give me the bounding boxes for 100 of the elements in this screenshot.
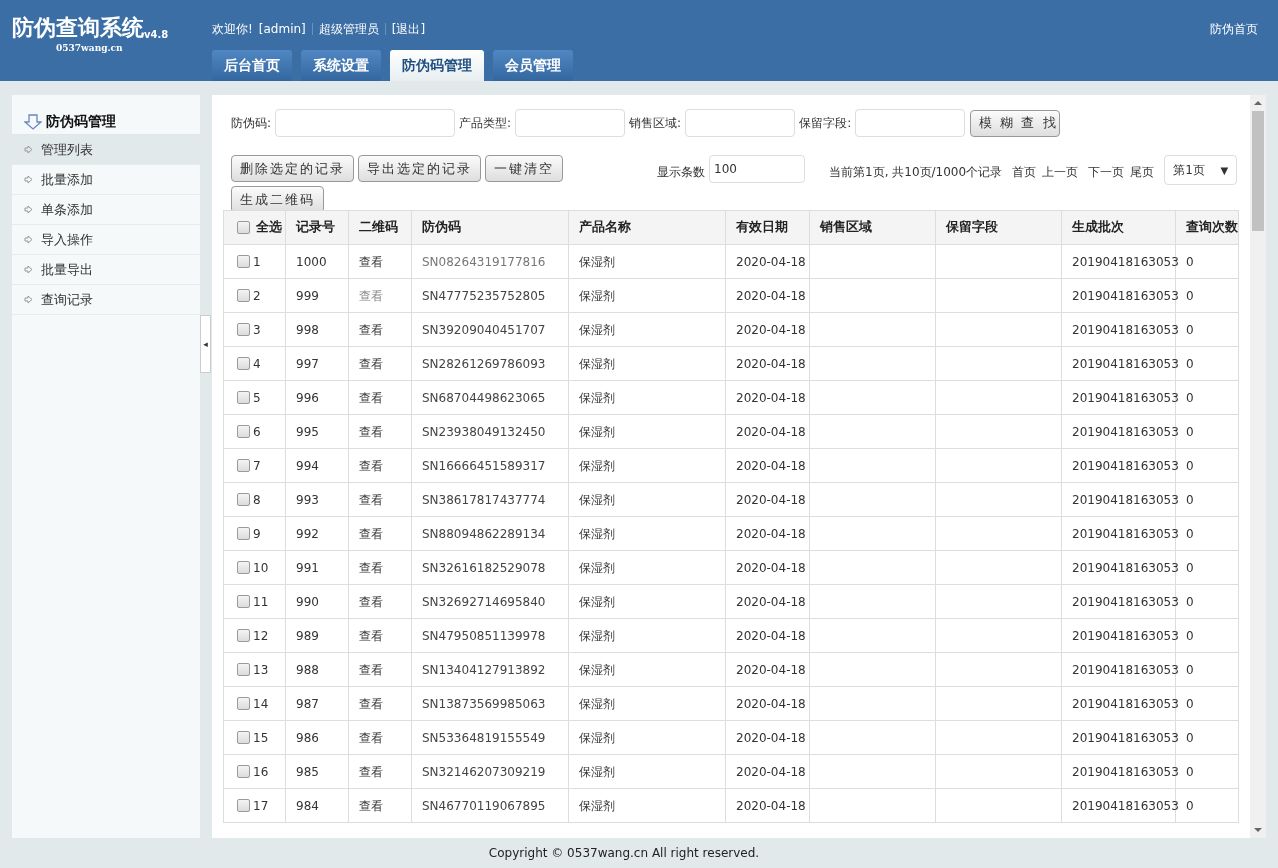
row-number: 3 [253,321,261,339]
table-cell: 20190418163053 [1062,313,1176,347]
row-checkbox[interactable] [237,323,250,336]
table-cell: 2020-04-18 [726,789,810,823]
row-checkbox[interactable] [237,357,250,370]
scrollbar[interactable] [1250,95,1266,838]
page-link[interactable]: 首页 [1012,163,1037,181]
row-checkbox[interactable] [237,255,250,268]
row-checkbox[interactable] [237,765,250,778]
table-cell: 2020-04-18 [726,517,810,551]
row-checkbox[interactable] [237,663,250,676]
row-checkbox[interactable] [237,595,250,608]
sidebar-item[interactable]: 单条添加 [12,195,200,225]
search-field[interactable] [515,109,626,137]
row-checkbox[interactable] [237,459,250,472]
nav-tab[interactable]: 会员管理 [493,50,573,81]
table-cell: 20190418163053 [1062,721,1176,755]
table-cell: 2020-04-18 [726,381,810,415]
sidebar-item[interactable]: 导入操作 [12,225,200,255]
sidebar-item[interactable]: 管理列表 [12,135,200,165]
row-number: 15 [253,729,269,747]
search-field[interactable] [855,109,966,137]
table-cell: 20190418163053 [1062,415,1176,449]
action-button[interactable]: 一键清空 [485,155,563,182]
scroll-thumb[interactable] [1252,111,1264,231]
row-checkbox[interactable] [237,391,250,404]
table-cell: SN23938049132450 [412,415,569,449]
search-field[interactable] [685,109,796,137]
table-cell: 987 [286,687,349,721]
table-cell: SN46770119067895 [412,789,569,823]
view-link[interactable]: 查看 [349,415,412,449]
table-cell: 995 [286,415,349,449]
view-link[interactable]: 查看 [349,449,412,483]
table-cell: 保湿剂 [569,245,726,279]
view-link[interactable]: 查看 [349,585,412,619]
row-checkbox[interactable] [237,425,250,438]
table-cell: 保湿剂 [569,313,726,347]
view-link[interactable]: 查看 [349,653,412,687]
row-checkbox[interactable] [237,289,250,302]
page-select[interactable]: 第1页 ▼ [1164,155,1238,185]
sidebar-item[interactable]: 查询记录 [12,285,200,315]
sidebar-item[interactable]: 批量添加 [12,165,200,195]
table-cell: 20190418163053 [1062,279,1176,313]
view-link[interactable]: 查看 [349,517,412,551]
select-all-checkbox[interactable] [237,221,250,234]
table-cell: 2020-04-18 [726,279,810,313]
view-link[interactable]: 查看 [349,755,412,789]
view-link[interactable]: 查看 [349,721,412,755]
page-link[interactable]: 尾页 [1130,163,1155,181]
table-cell: 20190418163053 [1062,585,1176,619]
view-link[interactable]: 查看 [349,279,412,313]
nav-tab[interactable]: 防伪码管理 [390,50,484,81]
view-link[interactable]: 查看 [349,347,412,381]
row-checkbox[interactable] [237,561,250,574]
table-cell: 998 [286,313,349,347]
sidebar-item[interactable]: 批量导出 [12,255,200,285]
username-text: [admin] [258,20,306,38]
table-cell: 20190418163053 [1062,381,1176,415]
view-link[interactable]: 查看 [349,483,412,517]
table-cell: 20190418163053 [1062,483,1176,517]
view-link[interactable]: 查看 [349,619,412,653]
table-cell: 保湿剂 [569,789,726,823]
table-cell: 2020-04-18 [726,687,810,721]
row-checkbox[interactable] [237,731,250,744]
home-link[interactable]: 防伪首页 [1210,19,1258,38]
row-number: 12 [253,627,269,645]
action-button[interactable]: 导出选定的记录 [358,155,481,182]
row-number: 10 [253,559,269,577]
table-cell: 保湿剂 [569,517,726,551]
page-link[interactable]: 下一页 [1088,163,1125,181]
sidebar-title: 防伪码管理 [46,112,116,131]
nav-tab[interactable]: 系统设置 [301,50,381,81]
row-checkbox[interactable] [237,527,250,540]
row-checkbox[interactable] [237,493,250,506]
page-size-field[interactable]: 100 [709,155,805,183]
row-checkbox[interactable] [237,629,250,642]
select-all-label: 全选 [256,218,282,237]
view-link[interactable]: 查看 [349,789,412,823]
table-cell: 保湿剂 [569,687,726,721]
search-field[interactable] [275,109,456,137]
table-cell: 2020-04-18 [726,483,810,517]
page-link[interactable]: 上一页 [1042,163,1079,181]
view-link[interactable]: 查看 [349,687,412,721]
collapse-handle[interactable]: ◂ [200,315,211,373]
down-arrow-icon [24,113,42,130]
role-text: 超级管理员 [318,20,379,38]
row-checkbox[interactable] [237,799,250,812]
action-button[interactable]: 删除选定的记录 [231,155,354,182]
view-link[interactable]: 查看 [349,551,412,585]
view-link[interactable]: 查看 [349,313,412,347]
search-button[interactable]: 模 糊 查 找 [970,109,1061,137]
table-cell: 2020-04-18 [726,551,810,585]
table-cell: SN08264319177816 [412,245,569,279]
nav-tab[interactable]: 后台首页 [212,50,292,81]
page-size-label: 显示条数 [657,164,705,181]
row-checkbox[interactable] [237,697,250,710]
logout-link[interactable]: [退出] [391,19,426,38]
view-link[interactable]: 查看 [349,245,412,279]
table-cell: 991 [286,551,349,585]
view-link[interactable]: 查看 [349,381,412,415]
